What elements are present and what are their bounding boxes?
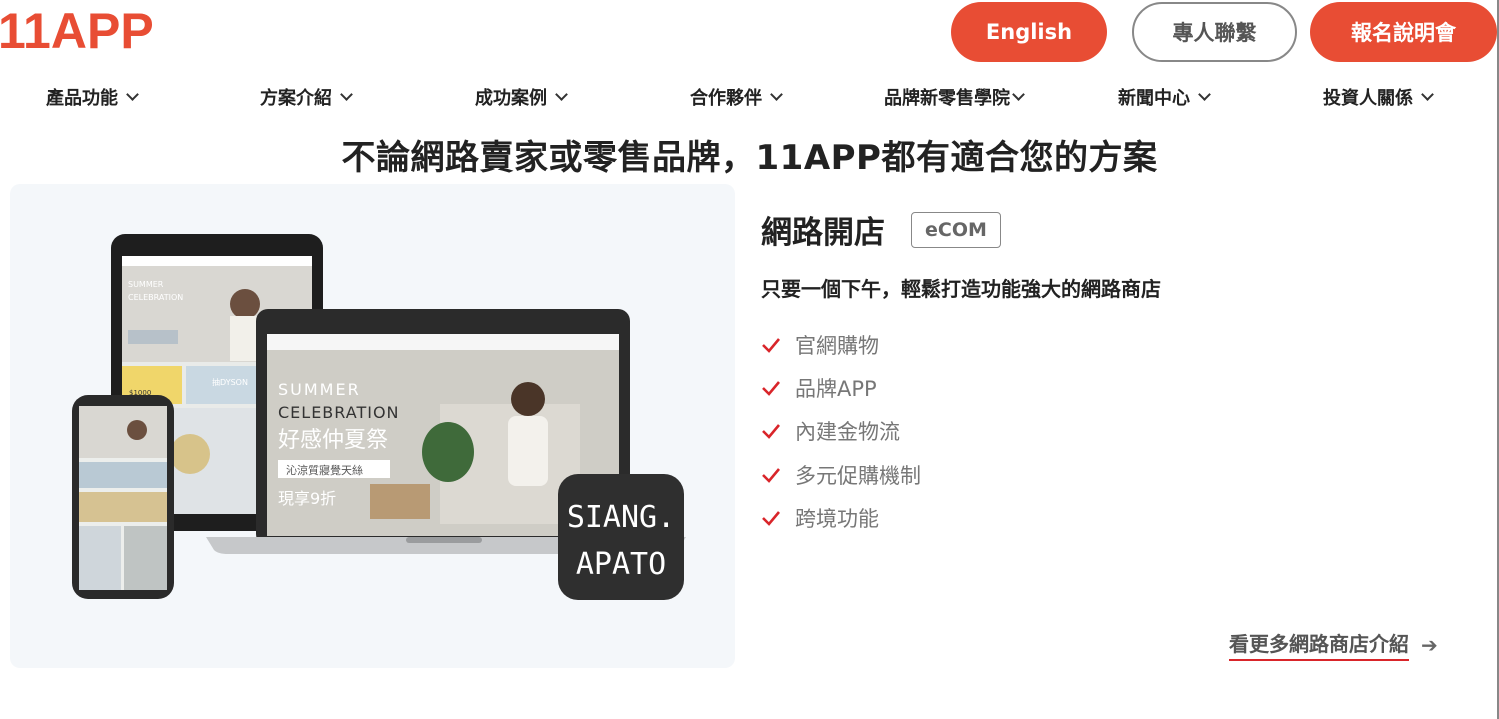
feature-label: 內建金物流 <box>795 420 900 445</box>
nav-item-academy[interactable]: 品牌新零售學院 <box>884 84 1025 110</box>
tablet-hero-text-2: CELEBRATION <box>128 293 183 302</box>
contact-button[interactable]: 專人聯繫 <box>1132 2 1297 62</box>
main-nav: 產品功能 方案介紹 成功案例 合作夥伴 品牌新零售學院 新聞中心 投資人關係 <box>0 84 1499 112</box>
laptop-hero-tag: 沁涼質寢覺天絲 <box>286 463 363 477</box>
more-link-label: 看更多網路商店介紹 <box>1229 628 1409 661</box>
feature-label: 品牌APP <box>795 376 877 401</box>
nav-item-investors[interactable]: 投資人關係 <box>1323 84 1434 110</box>
nav-item-label: 產品功能 <box>46 88 118 109</box>
section-subtitle: 只要一個下午，輕鬆打造功能強大的網路商店 <box>761 277 1161 301</box>
tablet-hero-text-1: SUMMER <box>128 280 164 289</box>
app-icon-text-1: SIANG. <box>567 500 675 535</box>
nav-item-label: 品牌新零售學院 <box>884 88 1010 109</box>
feature-item: 官網購物 <box>761 323 921 366</box>
feature-item: 品牌APP <box>761 366 921 409</box>
nav-item-label: 合作夥伴 <box>690 88 762 109</box>
tablet-promo-2: 抽DYSON <box>212 377 248 387</box>
laptop-hero-text-2: CELEBRATION <box>278 403 400 422</box>
chevron-down-icon <box>340 87 353 101</box>
nav-item-cases[interactable]: 成功案例 <box>475 84 568 110</box>
english-button[interactable]: English <box>951 2 1107 62</box>
check-icon <box>762 381 780 396</box>
feature-label: 跨境功能 <box>795 506 879 531</box>
nav-item-plans[interactable]: 方案介紹 <box>260 84 353 110</box>
chevron-down-icon <box>126 87 139 101</box>
check-icon <box>762 337 780 353</box>
laptop-hero-cn: 好感仲夏祭 <box>278 428 388 453</box>
nav-item-product[interactable]: 產品功能 <box>46 84 139 110</box>
arrow-right-icon: ➔ <box>1421 632 1438 657</box>
nav-item-label: 成功案例 <box>475 88 547 109</box>
feature-item: 內建金物流 <box>761 410 921 453</box>
nav-item-news[interactable]: 新聞中心 <box>1118 84 1211 110</box>
chevron-down-icon <box>1421 87 1434 101</box>
nav-item-partners[interactable]: 合作夥伴 <box>690 84 783 110</box>
info-session-button[interactable]: 報名說明會 <box>1310 2 1497 62</box>
chevron-down-icon <box>770 87 783 101</box>
check-icon <box>762 510 780 526</box>
feature-label: 多元促購機制 <box>795 463 921 488</box>
nav-item-label: 方案介紹 <box>260 88 332 109</box>
nav-item-label: 新聞中心 <box>1118 88 1190 109</box>
feature-label: 官網購物 <box>795 333 879 358</box>
laptop-hero-offer: 現享9折 <box>278 489 336 508</box>
check-icon <box>762 467 780 483</box>
feature-item: 多元促購機制 <box>761 453 921 496</box>
device-showcase-image: SUMMER CELEBRATION $1000 抽DYSON SUMMER C… <box>10 184 735 668</box>
app-icon-text-2: APATO <box>576 547 666 582</box>
feature-list: 官網購物 品牌APP 內建金物流 多元促購機制 跨境功能 <box>761 323 921 539</box>
check-icon <box>762 424 780 440</box>
chevron-down-icon <box>555 87 568 101</box>
brand-logo[interactable]: 11APP <box>0 6 154 56</box>
chevron-down-icon <box>1198 87 1211 101</box>
page-headline: 不論網路賣家或零售品牌，11APP都有適合您的方案 <box>341 138 1158 178</box>
section-title: 網路開店 <box>761 215 885 251</box>
chevron-down-icon <box>1012 87 1025 101</box>
nav-item-label: 投資人關係 <box>1323 88 1413 109</box>
more-ecom-link[interactable]: 看更多網路商店介紹 ➔ <box>1229 628 1438 661</box>
ecom-badge: eCOM <box>911 211 1001 248</box>
section-title-row: 網路開店 eCOM <box>761 207 1001 252</box>
feature-item: 跨境功能 <box>761 496 921 539</box>
laptop-hero-text-1: SUMMER <box>278 380 361 399</box>
